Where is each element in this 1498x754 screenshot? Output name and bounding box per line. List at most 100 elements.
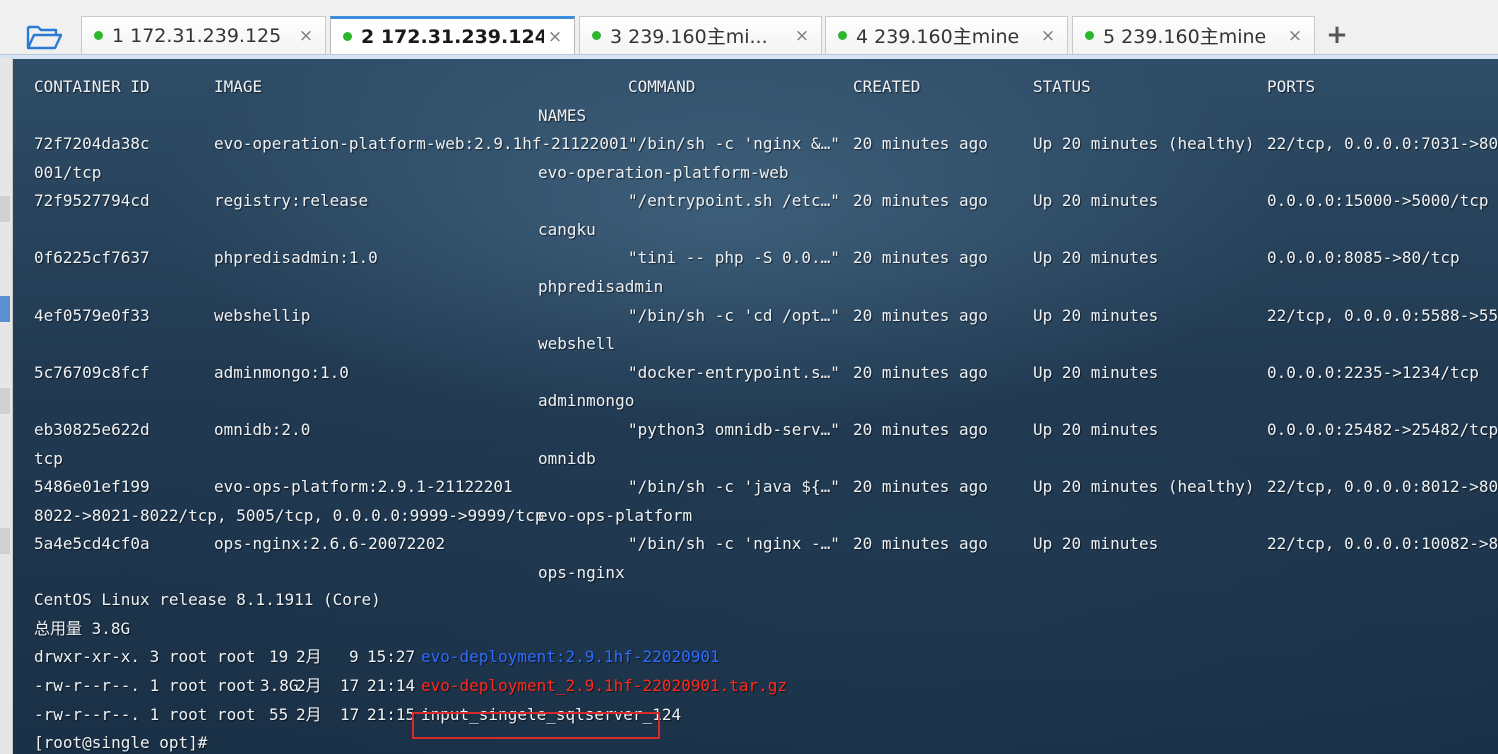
container-row-wrap: 001/tcp evo-operation-platform-web [13, 159, 1498, 187]
container-command: "tini -- php -S 0.0.…" [628, 248, 840, 267]
left-panel-edge[interactable] [0, 58, 13, 754]
container-row: 72f7204da38c evo-operation-platform-web:2… [13, 130, 1498, 158]
container-name: cangku [538, 220, 596, 239]
close-icon[interactable]: × [791, 26, 813, 46]
shell-prompt: [root@single opt]# [34, 733, 208, 752]
tab-label: 3 239.160主mi... [610, 26, 768, 48]
listing-day: 17 [340, 705, 360, 724]
tab-session-1[interactable]: 1 172.31.239.125 × [81, 16, 326, 54]
container-status: Up 20 minutes (healthy) [1033, 477, 1255, 496]
total-usage-line: 总用量 3.8G [13, 615, 1498, 643]
tab-label: 1 172.31.239.125 [112, 24, 282, 47]
tab-session-5[interactable]: 5 239.160主mine × [1072, 16, 1315, 54]
container-row-wrap: ops-nginx [13, 559, 1498, 587]
container-created: 20 minutes ago [853, 306, 988, 325]
container-image: evo-ops-platform:2.9.1-21122201 [214, 477, 513, 496]
container-ports: 22/tcp, 0.0.0.0:7031->80/t [1267, 134, 1498, 153]
status-dot-icon [94, 31, 103, 40]
docker-ps-header: CONTAINER ID IMAGE COMMAND CREATED STATU… [13, 73, 1498, 101]
os-release: CentOS Linux release 8.1.1911 (Core) [34, 590, 381, 609]
folder-open-icon [26, 25, 62, 50]
shell-prompt-line[interactable]: [root@single opt]# [13, 729, 1498, 754]
container-status: Up 20 minutes [1033, 306, 1159, 325]
tab-session-3[interactable]: 3 239.160主mi... × [579, 16, 822, 54]
panel-marker [0, 528, 10, 554]
container-row: 0f6225cf7637 phpredisadmin:1.0 "tini -- ph… [13, 244, 1498, 272]
container-id: 5486e01ef199 [34, 477, 150, 496]
close-icon[interactable]: × [1037, 26, 1059, 46]
container-status: Up 20 minutes (healthy) [1033, 134, 1255, 153]
header-status: STATUS [1033, 77, 1091, 96]
listing-day: 9 [349, 647, 359, 666]
status-dot-icon [1085, 31, 1094, 40]
panel-marker [0, 296, 10, 322]
container-name: adminmongo [538, 391, 635, 410]
container-command: "/bin/sh -c 'cd /opt…" [628, 306, 840, 325]
container-command: "docker-entrypoint.s…" [628, 363, 840, 382]
listing-size: 3.8G [260, 676, 299, 695]
listing-row: -rw-r--r--. 1 root root 55 2月 17 21:15 i… [13, 701, 1498, 729]
container-ports-wrap: 001/tcp [34, 163, 102, 182]
close-icon[interactable]: × [1284, 26, 1306, 46]
session-tab-bar: 1 172.31.239.125 × 2 172.31.239.124 × 3 … [0, 0, 1498, 59]
listing-row: -rw-r--r--. 1 root root 3.8G 2月 17 21:14… [13, 672, 1498, 700]
container-command: "/bin/sh -c 'java ${…" [628, 477, 840, 496]
tab-session-4[interactable]: 4 239.160主mine × [825, 16, 1068, 54]
container-created: 20 minutes ago [853, 477, 988, 496]
container-row-wrap: 8022->8021-8022/tcp, 5005/tcp, 0.0.0.0:9… [13, 502, 1498, 530]
container-command: "/bin/sh -c 'nginx -…" [628, 534, 840, 553]
container-image: ops-nginx:2.6.6-20072202 [214, 534, 446, 553]
listing-month: 2月 [296, 647, 322, 666]
container-id: eb30825e622d [34, 420, 150, 439]
container-name: phpredisadmin [538, 277, 664, 296]
os-release-line: CentOS Linux release 8.1.1911 (Core) [13, 586, 1498, 614]
container-created: 20 minutes ago [853, 534, 988, 553]
header-created: CREATED [853, 77, 921, 96]
container-row-wrap: adminmongo [13, 387, 1498, 415]
status-dot-icon [838, 31, 847, 40]
header-image: IMAGE [214, 77, 263, 96]
container-row-wrap: tcp omnidb [13, 445, 1498, 473]
listing-row: drwxr-xr-x. 3 root root 19 2月 9 15:27 ev… [13, 643, 1498, 671]
listing-perms: -rw-r--r--. 1 root root [34, 676, 256, 695]
container-ports: 0.0.0.0:8085->80/tcp [1267, 248, 1460, 267]
container-ports-wrap: tcp [34, 449, 63, 468]
listing-time: 15:27 [367, 647, 416, 666]
listing-time: 21:15 [367, 705, 416, 724]
container-status: Up 20 minutes [1033, 191, 1159, 210]
container-id: 0f6225cf7637 [34, 248, 150, 267]
add-tab-button[interactable]: + [1322, 18, 1352, 52]
container-created: 20 minutes ago [853, 134, 988, 153]
container-image: evo-operation-platform-web:2.9.1hf-21122… [214, 134, 629, 153]
container-row: 5486e01ef199 evo-ops-platform:2.9.1-21122… [13, 473, 1498, 501]
tab-label: 2 172.31.239.124 [361, 25, 544, 48]
header-names: NAMES [538, 106, 587, 125]
panel-marker [0, 196, 10, 222]
listing-name-archive: evo-deployment_2.9.1hf-22020901.tar.gz [421, 676, 788, 695]
container-row: 4ef0579e0f33 webshellip "/bin/sh -c 'cd /o… [13, 302, 1498, 330]
open-folder-button[interactable] [22, 20, 66, 54]
tab-label: 4 239.160主mine [856, 26, 1020, 48]
listing-time: 21:14 [367, 676, 416, 695]
plus-icon: + [1326, 20, 1348, 50]
container-status: Up 20 minutes [1033, 248, 1159, 267]
container-ports: 0.0.0.0:2235->1234/tcp [1267, 363, 1479, 382]
container-row-wrap: webshell [13, 330, 1498, 358]
container-row: eb30825e622d omnidb:2.0 "python3 omnidb-se… [13, 416, 1498, 444]
container-status: Up 20 minutes [1033, 534, 1159, 553]
container-name: ops-nginx [538, 563, 625, 582]
container-row: 5c76709c8fcf adminmongo:1.0 "docker-entryp… [13, 359, 1498, 387]
container-created: 20 minutes ago [853, 420, 988, 439]
close-icon[interactable]: × [295, 26, 317, 46]
status-dot-icon [592, 31, 601, 40]
container-id: 4ef0579e0f33 [34, 306, 150, 325]
terminal-output[interactable]: CONTAINER ID IMAGE COMMAND CREATED STATU… [13, 59, 1498, 754]
close-icon[interactable]: × [544, 27, 566, 47]
container-name: evo-ops-platform [538, 506, 693, 525]
container-row: 72f9527794cd registry:release "/entrypoint… [13, 187, 1498, 215]
tab-session-2[interactable]: 2 172.31.239.124 × [330, 16, 575, 54]
listing-month: 2月 [296, 705, 322, 724]
status-dot-icon [343, 32, 352, 41]
container-created: 20 minutes ago [853, 248, 988, 267]
container-ports-wrap: 8022->8021-8022/tcp, 5005/tcp, 0.0.0.0:9… [34, 506, 545, 525]
